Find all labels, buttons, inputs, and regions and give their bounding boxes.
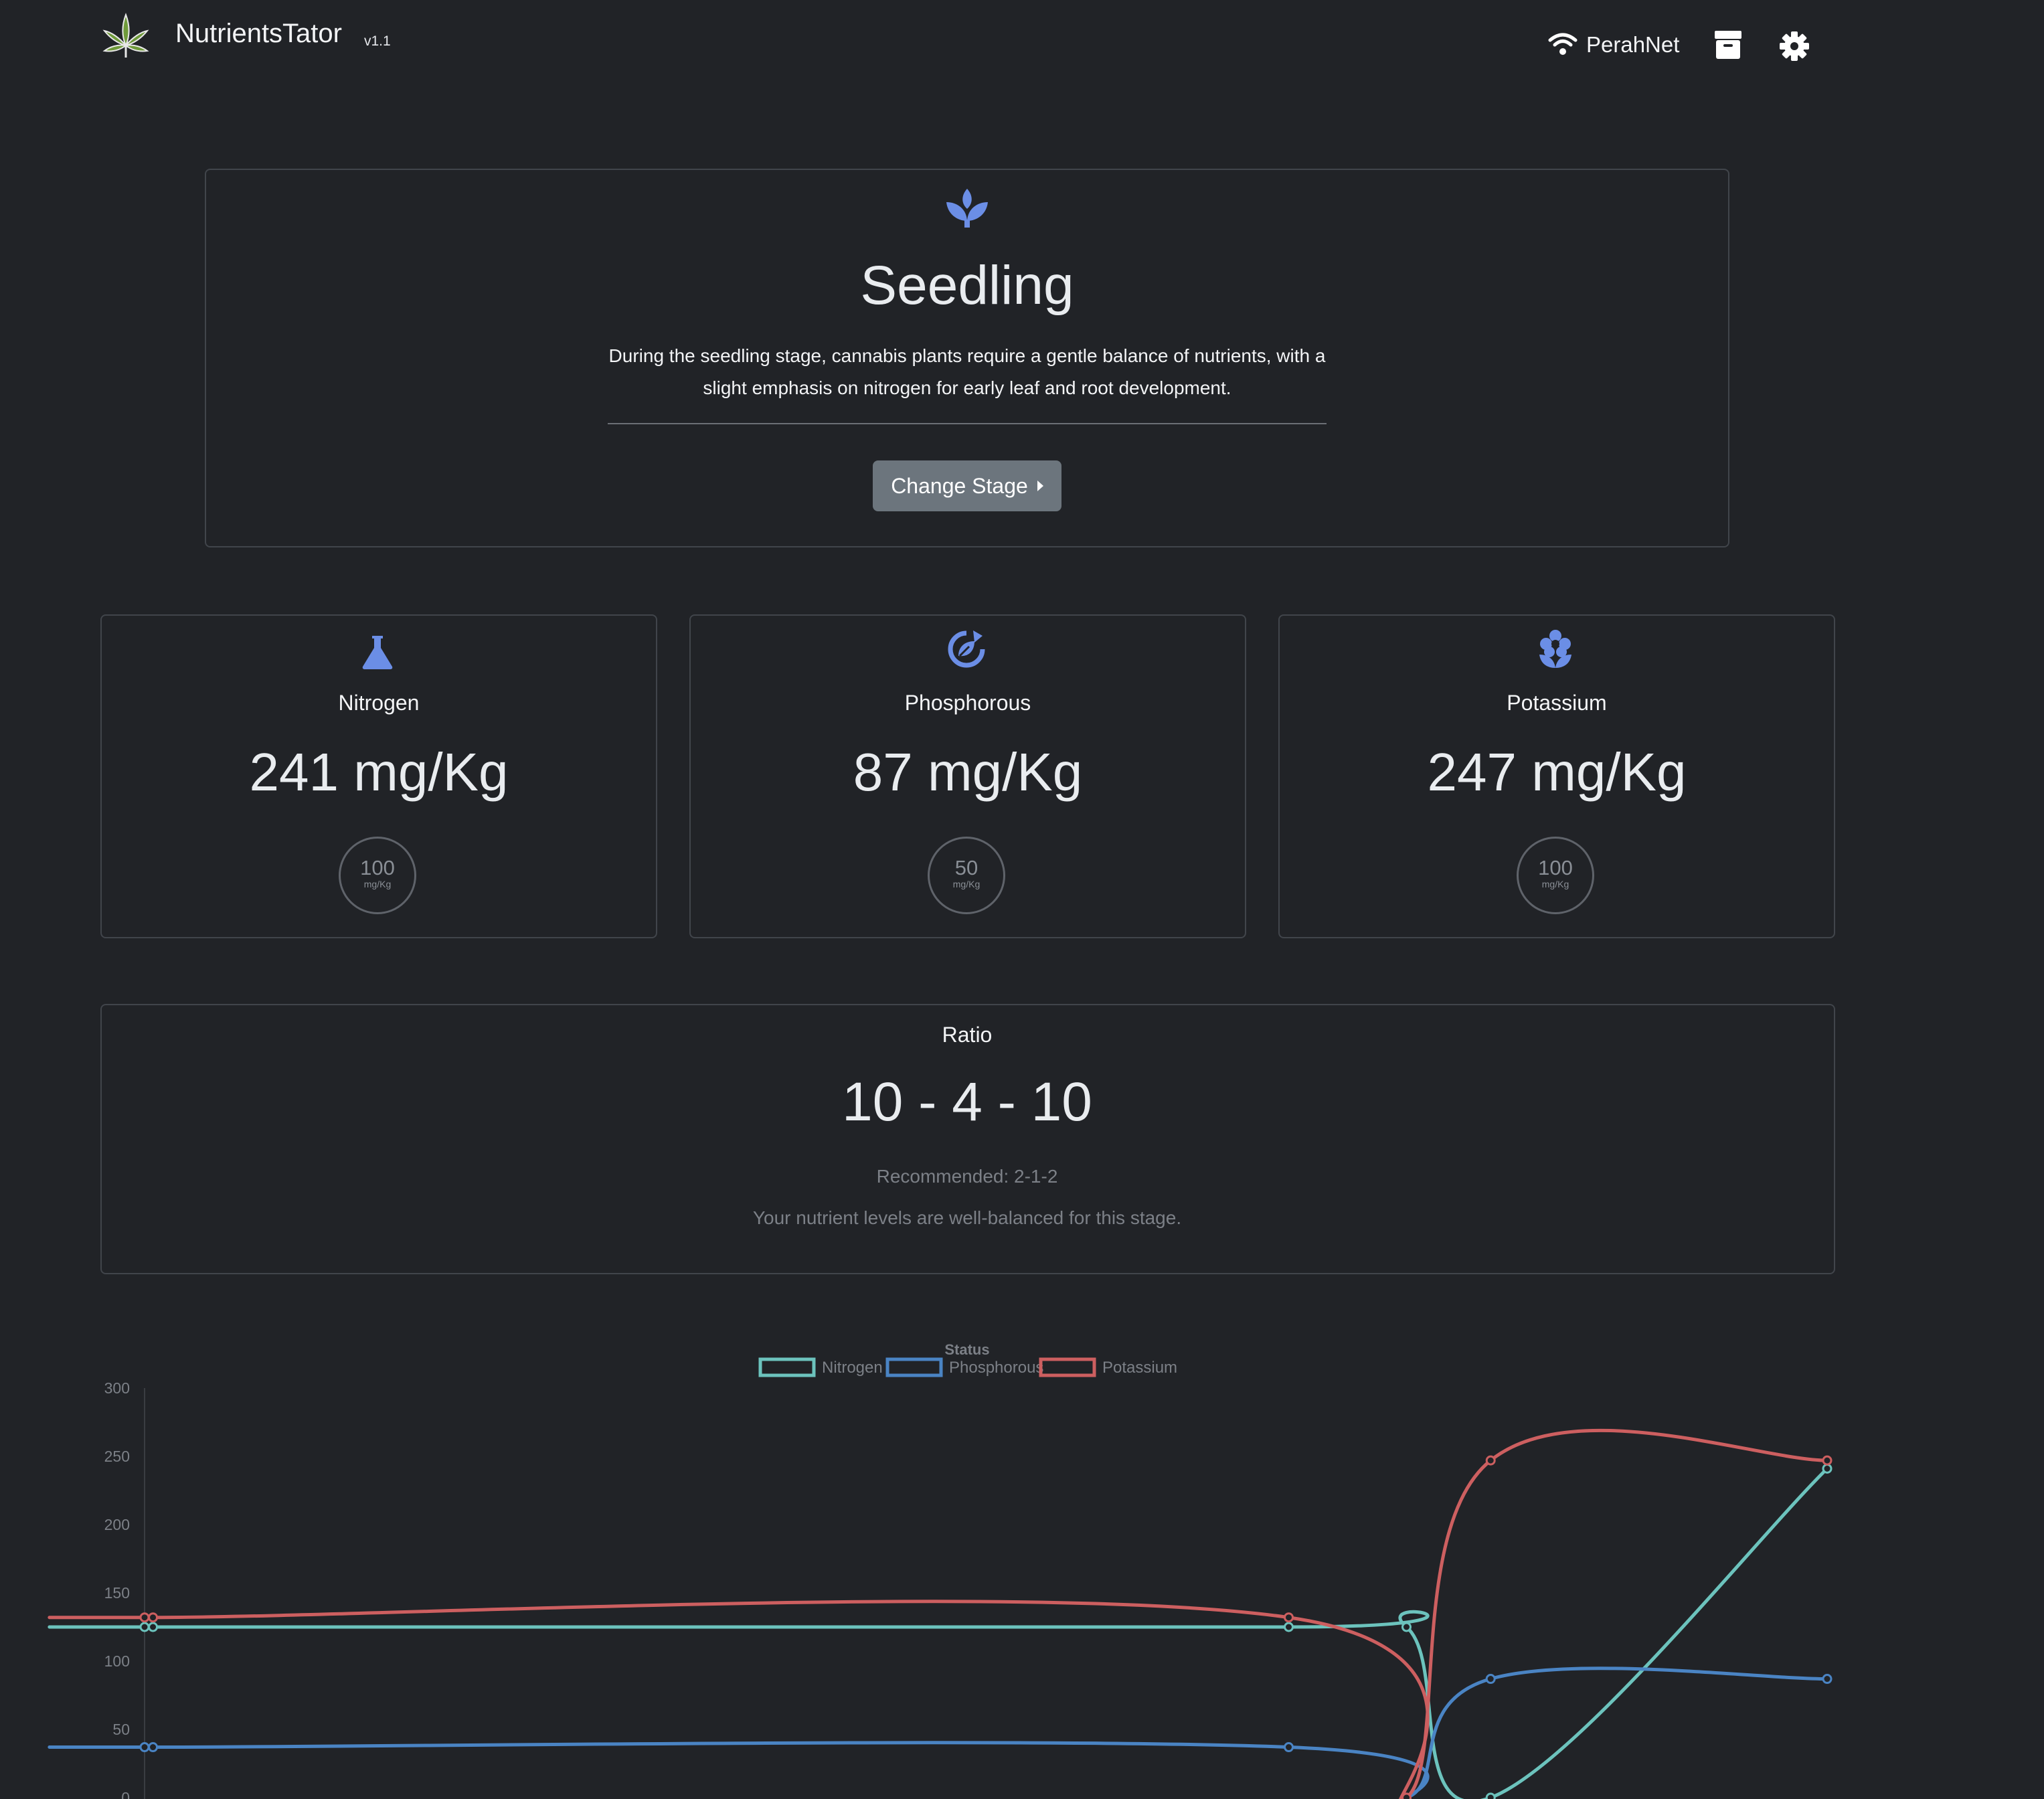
data-point bbox=[1284, 1612, 1294, 1623]
target-unit: mg/Kg bbox=[952, 879, 981, 889]
data-point bbox=[1822, 1463, 1833, 1474]
recommended-ratio: Recommended: 2-1-2 bbox=[876, 1166, 1058, 1187]
change-stage-label: Change Stage bbox=[891, 474, 1028, 498]
target-badge: 100 mg/Kg bbox=[1517, 837, 1594, 914]
seedling-icon bbox=[946, 189, 988, 228]
series-line-phosphorous bbox=[48, 1666, 1828, 1799]
legend-swatch bbox=[885, 1357, 943, 1377]
stage-description: During the seedling stage, cannabis plan… bbox=[608, 345, 1326, 398]
legend-label: Potassium bbox=[1102, 1359, 1177, 1377]
data-point bbox=[148, 1742, 159, 1753]
app-version: v1.1 bbox=[364, 33, 391, 49]
gear-icon[interactable] bbox=[1778, 29, 1811, 63]
data-point bbox=[139, 1742, 150, 1753]
brand-name[interactable]: NutrientsTator bbox=[175, 19, 342, 49]
status-chart: Status Nitrogen Phosphorous Potassium 0 50 100… bbox=[48, 1341, 1833, 1799]
series-line-nitrogen bbox=[48, 1467, 1828, 1799]
data-point bbox=[139, 1622, 150, 1632]
data-point bbox=[148, 1612, 159, 1623]
data-point bbox=[139, 1612, 150, 1623]
target-badge: 100 mg/Kg bbox=[339, 837, 416, 914]
legend-label: Nitrogen bbox=[822, 1359, 883, 1377]
y-tick-label: 100 bbox=[104, 1652, 130, 1670]
data-point bbox=[1284, 1742, 1294, 1753]
nutrient-name: Nitrogen bbox=[338, 691, 420, 715]
balance-message: Your nutrient levels are well-balanced f… bbox=[752, 1207, 1182, 1228]
wifi-icon[interactable] bbox=[1547, 31, 1578, 58]
stage-title: Seedling bbox=[860, 255, 1074, 316]
network-name[interactable]: PerahNet bbox=[1586, 32, 1679, 58]
flower-icon bbox=[1539, 630, 1571, 668]
target-value: 100 bbox=[1538, 856, 1573, 879]
caret-right-icon bbox=[1037, 480, 1043, 491]
nutrient-value: 87 mg/Kg bbox=[853, 742, 1083, 802]
target-unit: mg/Kg bbox=[363, 879, 392, 889]
data-point bbox=[1822, 1455, 1833, 1466]
divider bbox=[608, 423, 1327, 424]
y-tick-label: 200 bbox=[104, 1516, 130, 1533]
nutrient-value: 247 mg/Kg bbox=[1427, 742, 1687, 802]
y-tick-label: 250 bbox=[104, 1448, 130, 1465]
nutrient-name: Phosphorous bbox=[904, 691, 1031, 715]
y-tick-label: 300 bbox=[104, 1379, 130, 1397]
legend-swatch bbox=[1039, 1357, 1096, 1377]
target-value: 50 bbox=[954, 856, 978, 879]
target-unit: mg/Kg bbox=[1541, 879, 1569, 889]
data-point bbox=[1401, 1622, 1412, 1632]
flask-icon bbox=[362, 636, 393, 669]
ratio-label: Ratio bbox=[942, 1023, 993, 1047]
nutrient-value: 241 mg/Kg bbox=[249, 742, 509, 802]
data-point bbox=[1485, 1674, 1496, 1685]
archive-icon[interactable] bbox=[1712, 29, 1744, 60]
change-stage-button[interactable]: Change Stage bbox=[873, 460, 1061, 511]
data-point bbox=[1401, 1792, 1412, 1799]
ratio-value: 10 - 4 - 10 bbox=[842, 1072, 1092, 1132]
target-badge: 50 mg/Kg bbox=[928, 837, 1005, 914]
legend-label: Phosphorous bbox=[949, 1359, 1043, 1377]
y-tick-label: 150 bbox=[104, 1584, 130, 1602]
recycle-leaf-icon bbox=[948, 630, 985, 668]
data-point bbox=[148, 1622, 159, 1632]
nutrient-name: Potassium bbox=[1507, 691, 1607, 715]
cannabis-leaf-logo bbox=[102, 13, 149, 58]
y-tick-label: 50 bbox=[112, 1721, 130, 1738]
data-point bbox=[1822, 1674, 1833, 1685]
legend-swatch bbox=[758, 1357, 816, 1377]
target-value: 100 bbox=[360, 856, 395, 879]
data-point bbox=[1485, 1455, 1496, 1466]
chart-title: Status bbox=[944, 1341, 989, 1358]
data-point bbox=[1284, 1622, 1294, 1632]
data-point bbox=[1485, 1792, 1496, 1799]
y-tick-label: 0 bbox=[121, 1789, 130, 1799]
